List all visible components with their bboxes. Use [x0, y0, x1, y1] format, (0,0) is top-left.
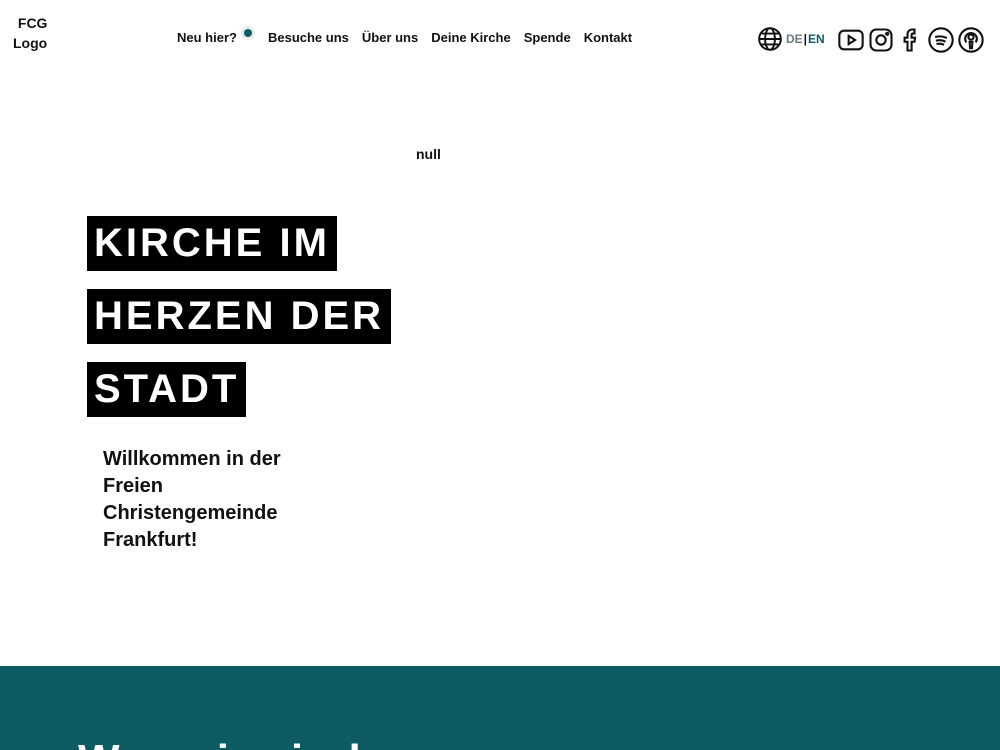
spotify-icon — [928, 27, 954, 53]
instagram-link[interactable] — [867, 26, 895, 54]
headline-line: STADT — [87, 362, 247, 417]
nav-item-label: Neu hier? — [177, 30, 237, 45]
nav-item-label: Besuche uns — [267, 30, 349, 45]
social-links — [837, 26, 987, 54]
headline-line: KIRCHE IM — [87, 216, 337, 271]
section-heading: Wer wir sind — [78, 736, 363, 750]
language-switcher: DE | EN — [757, 26, 825, 52]
lang-en[interactable]: EN — [808, 32, 825, 46]
nav-item-label: Kontakt — [583, 30, 633, 45]
facebook-link[interactable] — [897, 26, 925, 54]
hero-headline: KIRCHE IM HERZEN DER STADT — [87, 216, 392, 435]
lang-de[interactable]: DE — [786, 32, 803, 46]
nav-deine-kirche[interactable]: Deine Kirche — [431, 30, 510, 45]
youtube-link[interactable] — [837, 26, 865, 54]
welcome-text: Willkommen in der Freien Christengemeind… — [103, 448, 281, 551]
nav-spende[interactable]: Spende — [524, 30, 571, 45]
facebook-icon — [903, 28, 917, 52]
nav-item-label: Spende — [523, 30, 571, 45]
broken-image-icon — [13, 27, 14, 28]
hero-image: null — [416, 146, 441, 162]
instagram-icon — [869, 28, 893, 52]
nav-kontakt[interactable]: Kontakt — [584, 30, 632, 45]
nav-besuche-uns[interactable]: Besuche uns — [268, 30, 349, 45]
podcast-icon — [958, 27, 984, 53]
globe-icon[interactable] — [757, 26, 783, 52]
nav-neu-hier[interactable]: Neu hier? — [177, 26, 255, 45]
logo[interactable]: FCG Logo — [13, 13, 73, 53]
spotify-link[interactable] — [927, 26, 955, 54]
youtube-icon — [838, 29, 864, 51]
logo-alt-text: FCG Logo — [13, 15, 48, 51]
about-section: Wer wir sind — [0, 666, 1000, 750]
nav-item-label: Deine Kirche — [431, 30, 511, 45]
headline-line: HERZEN DER — [87, 289, 392, 344]
main-nav: Neu hier? Besuche uns Über uns Deine Kir… — [177, 26, 645, 45]
podcast-link[interactable] — [957, 26, 985, 54]
lang-separator: | — [803, 32, 808, 46]
hero-image-alt: null — [416, 146, 441, 162]
notification-dot-icon — [240, 26, 255, 40]
nav-item-label: Über uns — [361, 30, 419, 45]
nav-ueber-uns[interactable]: Über uns — [362, 30, 418, 45]
